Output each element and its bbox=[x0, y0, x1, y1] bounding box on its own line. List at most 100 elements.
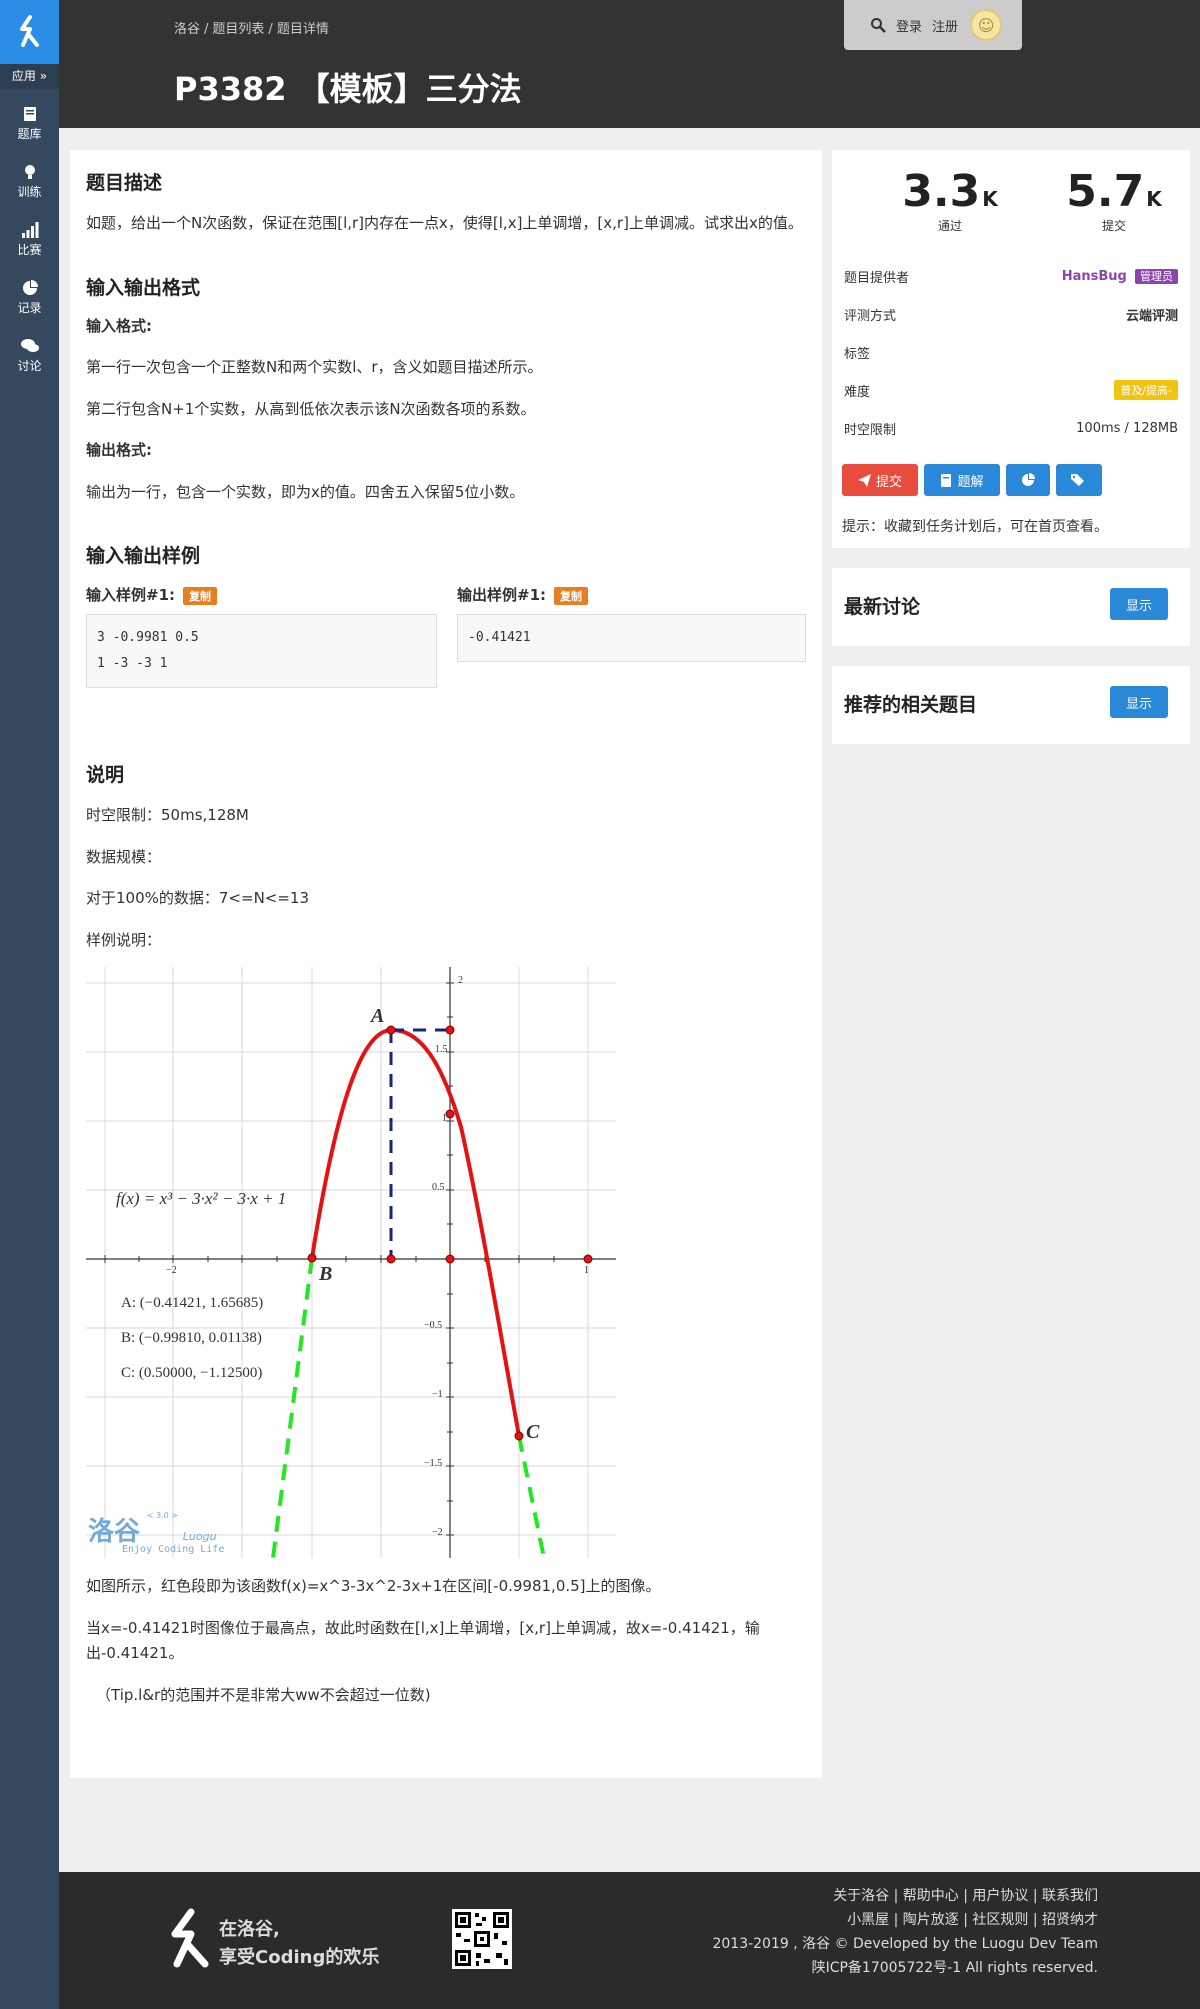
sidebar-item-records[interactable]: 记录 bbox=[0, 269, 59, 327]
sidebar-item-label: 训练 bbox=[17, 185, 42, 199]
footer-icp: 陕ICP备17005722号-1 All rights reserved. bbox=[811, 1960, 1098, 1976]
footer-copyright: 2013-2019 , 洛谷 © Developed by the Luogu … bbox=[712, 1936, 1098, 1952]
section-title-notes: 说明 bbox=[86, 764, 125, 786]
y-tick-label: −1 bbox=[432, 1389, 443, 1400]
footer: 在洛谷, 享受Coding的欢乐 关于洛谷 | 帮助中心 | 用户协议 | 联系… bbox=[59, 1872, 1200, 2009]
info-row-judge: 评测方式 云端评测 bbox=[844, 304, 1178, 324]
point-a-x-projection bbox=[386, 1254, 396, 1264]
sidebar-item-training[interactable]: 训练 bbox=[0, 153, 59, 211]
sample-input-box[interactable]: 3 -0.9981 0.5 1 -3 -3 1 bbox=[86, 614, 437, 688]
output-format-line: 输出为一行，包含一个实数，即为x的值。四舍五入保留5位小数。 bbox=[86, 482, 525, 501]
watermark-tagline: Enjoy Coding Life bbox=[122, 1544, 225, 1555]
footer-links: 关于洛谷 | 帮助中心 | 用户协议 | 联系我们 小黑屋 | 陶片放逐 | 社… bbox=[712, 1884, 1098, 1980]
tags-button[interactable] bbox=[1056, 464, 1102, 496]
login-link[interactable]: 登录 bbox=[896, 16, 922, 35]
y-tick-label: −0.5 bbox=[424, 1320, 443, 1331]
footer-link-rules[interactable]: 社区规则 bbox=[972, 1912, 1028, 1928]
related-title: 推荐的相关题目 bbox=[844, 694, 978, 716]
note-constraint: 对于100%的数据：7<=N<=13 bbox=[86, 889, 310, 907]
copy-input-button[interactable]: 复制 bbox=[183, 586, 218, 605]
signal-bars-icon bbox=[21, 222, 38, 238]
input-format-line-2: 第二行包含N+1个实数，从高到低依次表示该N次函数各项的系数。 bbox=[86, 399, 536, 418]
info-row-limit: 时空限制 100ms / 128MB bbox=[844, 418, 1178, 438]
submit-button[interactable]: 提交 bbox=[842, 464, 918, 496]
judge-label: 评测方式 bbox=[844, 308, 897, 324]
sidebar-item-label: 讨论 bbox=[17, 359, 42, 373]
watermark-version: < 3.0 > bbox=[146, 1511, 179, 1520]
solution-button-label: 题解 bbox=[957, 474, 984, 490]
submit-button-label: 提交 bbox=[875, 474, 902, 490]
input-format-label: 输入格式: bbox=[86, 316, 152, 335]
footer-link-help[interactable]: 帮助中心 bbox=[903, 1888, 959, 1904]
register-link[interactable]: 注册 bbox=[932, 16, 958, 35]
tags-icon bbox=[1071, 474, 1084, 486]
luogu-logo[interactable] bbox=[0, 0, 59, 64]
discussion-card: 最新讨论 显示 bbox=[832, 568, 1190, 646]
point-b-coords: B: (−0.99810, 0.01138) bbox=[121, 1330, 262, 1346]
watermark-text: 洛谷 bbox=[88, 1517, 141, 1547]
app-menu-link[interactable]: 应用 » bbox=[0, 64, 59, 89]
point-c bbox=[514, 1431, 524, 1441]
note-time-limit: 时空限制：50ms,128M bbox=[86, 806, 249, 824]
point-c-coords: C: (0.50000, −1.12500) bbox=[121, 1365, 263, 1381]
stats-button[interactable] bbox=[1006, 464, 1050, 496]
point-a-y-projection bbox=[445, 1025, 455, 1035]
sample-input-header: 输入样例#1: 复制 bbox=[86, 584, 437, 610]
input-format-line-1: 第一行一次包含一个正整数N和两个实数l、r，含义如题目描述所示。 bbox=[86, 358, 543, 376]
sidebar: 应用 » 题库 训练 比赛 记录 讨论 bbox=[0, 0, 59, 2009]
avatar[interactable]: ☺ bbox=[970, 9, 1003, 41]
y-tick-label: 2 bbox=[458, 975, 463, 986]
info-row-difficulty: 难度 普及/提高- bbox=[844, 380, 1178, 400]
sample-input-block: 输入样例#1: 复制 3 -0.9981 0.5 1 -3 -3 1 bbox=[86, 584, 437, 688]
footer-link-about[interactable]: 关于洛谷 bbox=[833, 1888, 889, 1904]
footer-link-contact[interactable]: 联系我们 bbox=[1042, 1888, 1098, 1904]
chat-bubbles-icon bbox=[20, 339, 39, 352]
sidebar-item-label: 记录 bbox=[17, 301, 42, 315]
book-icon bbox=[941, 473, 952, 487]
footer-link-terms[interactable]: 用户协议 bbox=[972, 1888, 1028, 1904]
favorite-tip: 提示：收藏到任务计划后，可在首页查看。 bbox=[842, 519, 1108, 535]
submit-stat: 5.7 K 提交 bbox=[1054, 166, 1174, 234]
problem-info-card: 3.3 K 通过 5.7 K 提交 题目提供者 HansBug 管理员 评测方式 云… bbox=[832, 150, 1190, 548]
difficulty-label: 难度 bbox=[844, 384, 871, 400]
sidebar-item-discuss[interactable]: 讨论 bbox=[0, 327, 59, 385]
sidebar-item-problems[interactable]: 题库 bbox=[0, 95, 59, 153]
footer-link-blacklist[interactable]: 小黑屋 bbox=[847, 1912, 889, 1928]
point-c-label: C bbox=[526, 1421, 540, 1443]
luogu-logo-icon bbox=[171, 1908, 209, 1968]
related-show-button[interactable]: 显示 bbox=[1110, 686, 1168, 718]
related-card: 推荐的相关题目 显示 bbox=[832, 666, 1190, 744]
submit-unit: K bbox=[1146, 187, 1162, 211]
provider-name[interactable]: HansBug bbox=[1062, 269, 1127, 284]
sample-output-line: -0.41421 bbox=[468, 630, 531, 645]
luogu-watermark: 洛谷 < 3.0 > Luogu Enjoy Coding Life bbox=[88, 1511, 224, 1555]
function-graph-svg bbox=[86, 967, 616, 1558]
submit-label: 提交 bbox=[1101, 219, 1126, 233]
footer-link-jobs[interactable]: 招贤纳才 bbox=[1042, 1912, 1098, 1928]
explanation-line-2: 当x=-0.41421时图像位于最高点，故此时函数在[l,x]上单调增，[x,r… bbox=[86, 1618, 760, 1663]
pass-count: 3.3 bbox=[902, 166, 981, 217]
info-row-provider: 题目提供者 HansBug 管理员 bbox=[844, 266, 1178, 286]
submit-count: 5.7 bbox=[1066, 166, 1145, 217]
footer-link-ostracism[interactable]: 陶片放逐 bbox=[903, 1912, 959, 1928]
solution-button[interactable]: 题解 bbox=[924, 464, 1000, 496]
sample-input-line-2: 1 -3 -3 1 bbox=[97, 656, 168, 671]
sample-output-header: 输出样例#1: 复制 bbox=[457, 584, 806, 610]
user-box: 登录 注册 ☺ bbox=[844, 0, 1022, 50]
breadcrumb-home[interactable]: 洛谷 bbox=[174, 22, 200, 37]
breadcrumb-problem-list[interactable]: 题目列表 bbox=[212, 22, 264, 37]
info-row-tags: 标签 bbox=[844, 342, 1178, 362]
y-tick-label: 0.5 bbox=[432, 1182, 445, 1193]
sample-output-box[interactable]: -0.41421 bbox=[457, 614, 806, 662]
note-data-scale: 数据规模： bbox=[86, 847, 162, 866]
y-tick-label: −2 bbox=[432, 1527, 443, 1538]
provider-label: 题目提供者 bbox=[844, 270, 910, 286]
section-title-description: 题目描述 bbox=[86, 172, 163, 194]
search-icon[interactable] bbox=[870, 17, 886, 33]
copy-output-button[interactable]: 复制 bbox=[554, 586, 589, 605]
problem-card: 题目描述 如题，给出一个N次函数，保证在范围[l,r]内存在一点x，使得[l,x… bbox=[70, 150, 822, 1778]
discussion-show-button[interactable]: 显示 bbox=[1110, 588, 1168, 620]
sidebar-item-contests[interactable]: 比赛 bbox=[0, 211, 59, 269]
footer-slogan: 在洛谷, 享受Coding的欢乐 bbox=[219, 1916, 379, 1972]
x-tick-label: −2 bbox=[166, 1265, 177, 1276]
